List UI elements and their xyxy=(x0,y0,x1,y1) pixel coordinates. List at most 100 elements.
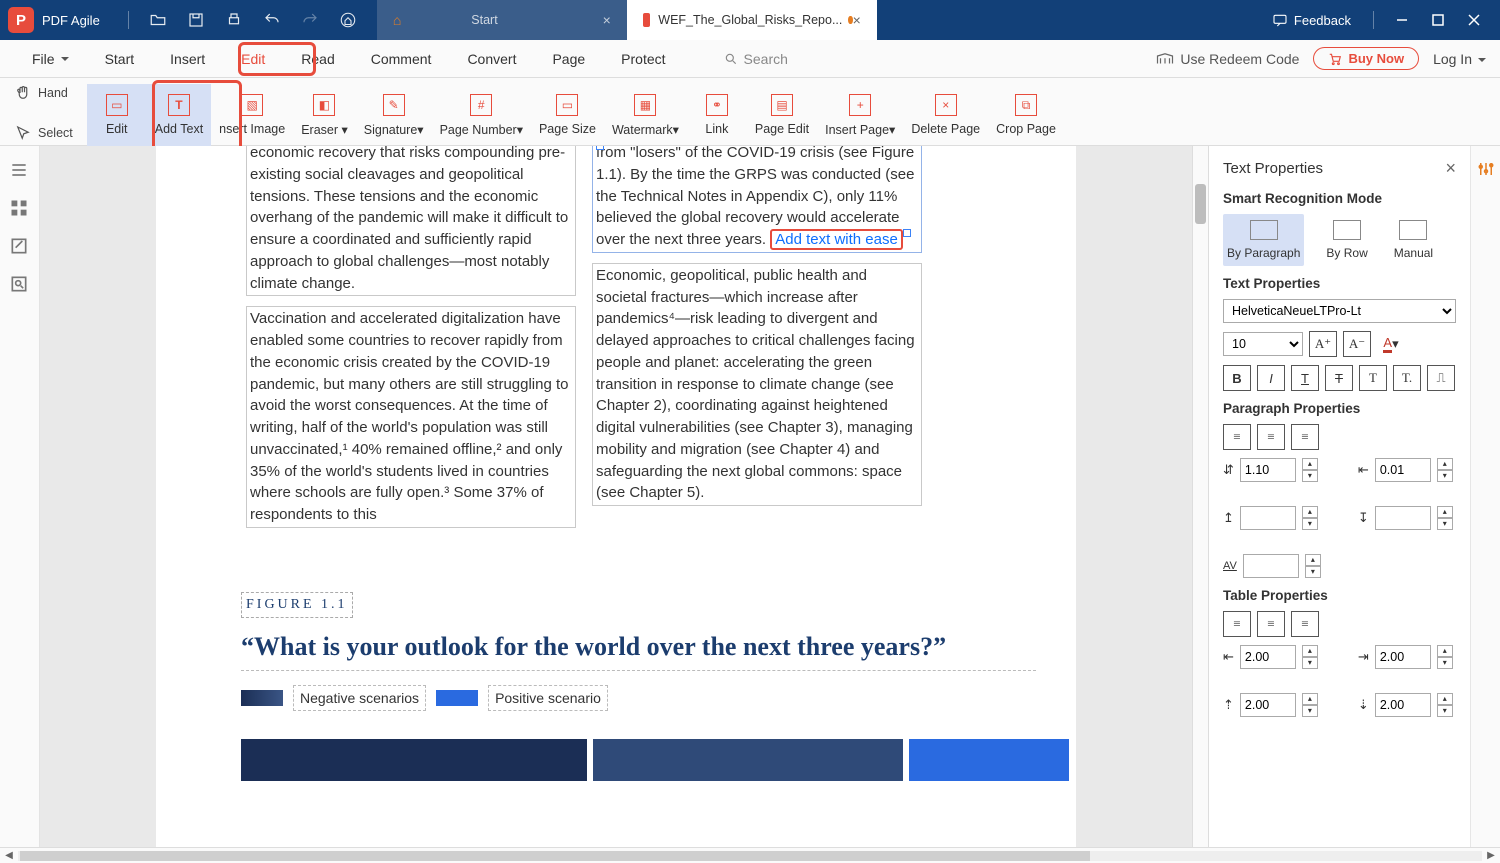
text-block[interactable]: Economic, geopolitical, public health an… xyxy=(592,263,922,506)
strikethrough-button[interactable]: T xyxy=(1325,365,1353,391)
before-spacing-input[interactable] xyxy=(1240,506,1296,530)
pdf-page: economic recovery that risks compounding… xyxy=(156,146,1076,847)
document-viewport[interactable]: economic recovery that risks compounding… xyxy=(40,146,1192,847)
settings-sliders-icon[interactable] xyxy=(1477,160,1495,178)
ribbon-watermark[interactable]: ▦Watermark▾ xyxy=(604,84,687,146)
menu-page[interactable]: Page xyxy=(534,40,603,77)
menu-comment[interactable]: Comment xyxy=(353,40,450,77)
inserted-text[interactable]: Add text with ease xyxy=(770,229,903,250)
spin-up[interactable]: ▴ xyxy=(1302,458,1318,470)
ribbon-page-size[interactable]: ▭Page Size xyxy=(531,84,604,146)
table-align-right-button[interactable]: ≡ xyxy=(1291,611,1319,637)
figure-caption[interactable]: FIGURE 1.1 xyxy=(241,592,353,618)
menu-convert[interactable]: Convert xyxy=(449,40,534,77)
select-tool[interactable]: Select xyxy=(14,124,73,142)
redeem-button[interactable]: Use Redeem Code xyxy=(1156,51,1299,67)
superscript-button[interactable]: T xyxy=(1359,365,1387,391)
subscript-button[interactable]: T. xyxy=(1393,365,1421,391)
ribbon-crop-page[interactable]: ⧉Crop Page xyxy=(988,84,1064,146)
align-center-button[interactable]: ≡ xyxy=(1257,424,1285,450)
font-family-select[interactable]: HelveticaNeueLTPro-Lt xyxy=(1223,299,1456,323)
ribbon-link[interactable]: ⚭Link xyxy=(687,84,747,146)
tab-document[interactable]: WEF_The_Global_Risks_Repo... × xyxy=(627,0,877,40)
figure-title[interactable]: “What is your outlook for the world over… xyxy=(241,628,1036,671)
tab-start[interactable]: ⌂ Start × xyxy=(377,0,627,40)
scroll-right-icon[interactable]: ▶ xyxy=(1482,850,1500,861)
scroll-thumb[interactable] xyxy=(20,851,1090,861)
legend-positive[interactable]: Positive scenario xyxy=(488,685,608,711)
login-button[interactable]: Log In xyxy=(1433,51,1486,67)
minimize-button[interactable] xyxy=(1384,0,1420,40)
search-panel-icon[interactable] xyxy=(9,274,31,296)
maximize-button[interactable] xyxy=(1420,0,1456,40)
menu-insert[interactable]: Insert xyxy=(152,40,223,77)
advanced-text-button[interactable]: ⎍ xyxy=(1427,365,1455,391)
font-size-select[interactable]: 10 xyxy=(1223,332,1303,356)
increase-font-button[interactable]: A⁺ xyxy=(1309,331,1337,357)
ribbon-insert-page[interactable]: +Insert Page▾ xyxy=(817,84,903,146)
outline-icon[interactable] xyxy=(9,160,31,182)
annotations-icon[interactable] xyxy=(9,236,31,258)
mode-manual[interactable]: Manual xyxy=(1390,214,1437,266)
thumbnails-icon[interactable] xyxy=(9,198,31,220)
text-block-editing[interactable]: from "losers" of the COVID-19 crisis (se… xyxy=(592,146,922,253)
left-rail xyxy=(0,146,40,847)
scroll-track[interactable] xyxy=(18,851,1482,861)
home-round-icon[interactable] xyxy=(337,9,359,31)
align-right-button[interactable]: ≡ xyxy=(1291,424,1319,450)
after-spacing-input[interactable] xyxy=(1375,506,1431,530)
ribbon-page-edit[interactable]: ▤Page Edit xyxy=(747,84,817,146)
ribbon-signature[interactable]: ✎Signature▾ xyxy=(356,84,432,146)
ribbon-edit[interactable]: ▭Edit xyxy=(87,84,147,146)
cell-pad-top-input[interactable] xyxy=(1240,693,1296,717)
mode-by-row[interactable]: By Row xyxy=(1322,214,1371,266)
ribbon-delete-page[interactable]: ×Delete Page xyxy=(903,84,988,146)
save-icon[interactable] xyxy=(185,9,207,31)
menu-protect[interactable]: Protect xyxy=(603,40,683,77)
menu-search[interactable]: Search xyxy=(724,51,788,67)
bold-button[interactable]: B xyxy=(1223,365,1251,391)
line-spacing-input[interactable] xyxy=(1240,458,1296,482)
tab-doc-close-icon[interactable]: × xyxy=(853,12,861,28)
menu-edit[interactable]: Edit xyxy=(223,40,283,77)
horizontal-scrollbar[interactable]: ◀ ▶ xyxy=(0,847,1500,863)
text-block[interactable]: economic recovery that risks compounding… xyxy=(246,146,576,296)
italic-button[interactable]: I xyxy=(1257,365,1285,391)
text-block[interactable]: Vaccination and accelerated digitalizati… xyxy=(246,306,576,528)
indent-input[interactable] xyxy=(1375,458,1431,482)
panel-close-icon[interactable]: × xyxy=(1445,158,1456,179)
align-left-button[interactable]: ≡ xyxy=(1223,424,1251,450)
scrollbar-thumb[interactable] xyxy=(1195,184,1206,224)
undo-icon[interactable] xyxy=(261,9,283,31)
feedback-button[interactable]: Feedback xyxy=(1272,12,1351,28)
ribbon-add-text[interactable]: TAdd Text xyxy=(147,84,211,146)
char-spacing-input[interactable] xyxy=(1243,554,1299,578)
font-color-button[interactable]: A▾ xyxy=(1377,331,1405,357)
ribbon-page-number[interactable]: #Page Number▾ xyxy=(432,84,531,146)
cell-pad-left-input[interactable] xyxy=(1240,645,1296,669)
menu-start[interactable]: Start xyxy=(87,40,153,77)
properties-panel: Text Properties × Smart Recognition Mode… xyxy=(1208,146,1470,847)
open-icon[interactable] xyxy=(147,9,169,31)
cell-pad-bottom-input[interactable] xyxy=(1375,693,1431,717)
spin-down[interactable]: ▾ xyxy=(1302,470,1318,482)
decrease-font-button[interactable]: A⁻ xyxy=(1343,331,1371,357)
table-align-center-button[interactable]: ≡ xyxy=(1257,611,1285,637)
menu-read[interactable]: Read xyxy=(283,40,352,77)
tab-start-close-icon[interactable]: × xyxy=(603,12,611,28)
legend-negative[interactable]: Negative scenarios xyxy=(293,685,426,711)
table-align-left-button[interactable]: ≡ xyxy=(1223,611,1251,637)
ribbon-insert-image[interactable]: ▧nsert Image xyxy=(211,84,293,146)
redo-icon[interactable] xyxy=(299,9,321,31)
close-button[interactable] xyxy=(1456,0,1492,40)
buy-now-button[interactable]: Buy Now xyxy=(1313,47,1419,70)
underline-button[interactable]: T xyxy=(1291,365,1319,391)
print-icon[interactable] xyxy=(223,9,245,31)
menu-file[interactable]: File xyxy=(14,40,87,77)
cell-pad-right-input[interactable] xyxy=(1375,645,1431,669)
mode-by-paragraph[interactable]: By Paragraph xyxy=(1223,214,1304,266)
hand-tool[interactable]: Hand xyxy=(14,84,68,102)
vertical-scrollbar[interactable] xyxy=(1192,146,1208,847)
ribbon-eraser[interactable]: ◧Eraser ▾ xyxy=(293,84,356,146)
scroll-left-icon[interactable]: ◀ xyxy=(0,850,18,861)
